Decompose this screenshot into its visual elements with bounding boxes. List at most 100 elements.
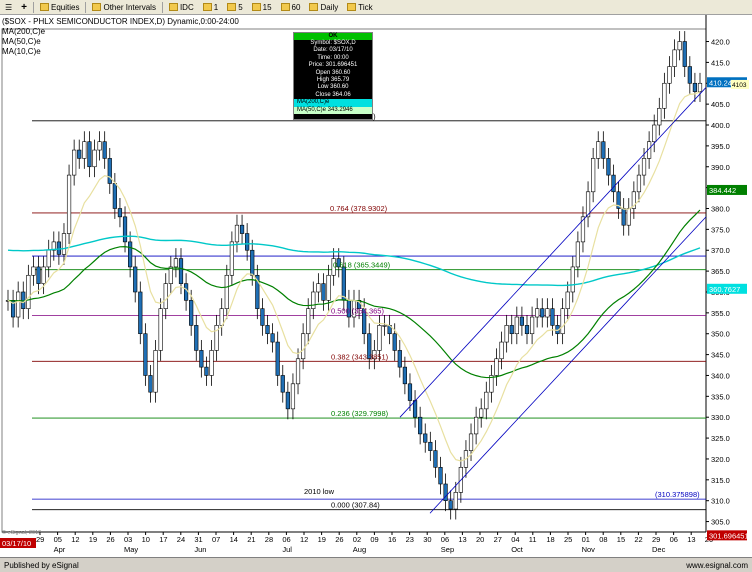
candle-body: [163, 283, 168, 309]
month-label: Sep: [441, 545, 454, 554]
date-tick-label: 23: [406, 535, 414, 544]
toolbar-divider: [33, 1, 35, 13]
date-tick-label: 16: [388, 535, 396, 544]
date-tick-label: 13: [458, 535, 466, 544]
candle-body: [138, 291, 143, 335]
equities-button[interactable]: Equities: [37, 1, 82, 14]
candle-body: [87, 141, 92, 168]
price-tick-label: 390.0: [711, 163, 730, 172]
date-tick-label: 22: [634, 535, 642, 544]
date-tick-label: 07: [212, 535, 220, 544]
menu-button[interactable]: ☰: [2, 1, 15, 14]
candle-body: [321, 283, 326, 301]
date-tick-label: 08: [599, 535, 607, 544]
add-button[interactable]: +: [18, 1, 30, 14]
price-tick-label: 415.0: [711, 58, 730, 67]
candle-body: [102, 141, 107, 159]
price-tick-label: 325.0: [711, 434, 730, 443]
candle-body: [128, 241, 133, 268]
other-intervals-button[interactable]: Other Intervals: [89, 1, 158, 14]
interval-5-label: 5: [238, 2, 243, 12]
price-tag-label: 410.24: [709, 78, 732, 87]
candle-body: [641, 158, 647, 176]
candle-body: [194, 325, 199, 351]
candle-body: [474, 416, 479, 435]
candle-body: [107, 158, 112, 184]
candle-body: [31, 266, 36, 276]
interval-60-button[interactable]: 60: [278, 1, 304, 14]
date-tick-label: 02: [353, 535, 361, 544]
date-tick-label: 26: [106, 535, 114, 544]
candle-body: [72, 149, 77, 176]
interval-1-button[interactable]: 1: [200, 1, 221, 14]
candle-body: [280, 375, 285, 393]
month-label: Nov: [582, 545, 596, 554]
folder-icon: [309, 3, 319, 11]
idc-button[interactable]: IDC: [166, 1, 197, 14]
date-tick-label: 11: [529, 535, 537, 544]
candle-body: [697, 82, 703, 92]
date-tick-label: 28: [265, 535, 273, 544]
month-label: Jun: [194, 545, 206, 554]
candle-body: [509, 325, 514, 335]
candle-body: [423, 433, 428, 443]
data-row-time: Time: 00:00: [317, 54, 349, 61]
price-tick-label: 365.0: [711, 267, 730, 276]
date-tick-label: 19: [89, 535, 97, 544]
candle-body: [26, 274, 31, 309]
candle-body: [382, 325, 387, 327]
price-tag-label: 384.442: [709, 186, 736, 195]
data-row-low: Low 360.60: [317, 84, 349, 91]
data-window[interactable]: OK Symbol: $SOX,D Date: 03/17/10 Time: 0…: [293, 32, 373, 120]
month-label: Jul: [282, 545, 292, 554]
equities-label: Equities: [51, 2, 80, 12]
candle-body: [392, 333, 397, 351]
chart-title: ($SOX - PHLX SEMICONDUCTOR INDEX,D) Dyna…: [2, 17, 239, 26]
candle-body: [168, 266, 173, 284]
data-row-ma50: MA(50,C)e 343.2946: [294, 106, 372, 115]
date-tick-label: 14: [230, 535, 238, 544]
interval-5-button[interactable]: 5: [224, 1, 245, 14]
chart-area[interactable]: 305.0 310.0 315.0 320.0 325.0 330.0 335.0 340.0…: [0, 15, 752, 557]
price-tick-label: 375.0: [711, 225, 730, 234]
candle-body: [250, 249, 255, 276]
candle-body: [550, 308, 555, 326]
date-tick-label: 21: [247, 535, 255, 544]
price-tick-label: 350.0: [711, 330, 730, 339]
candle-body: [657, 108, 662, 126]
month-label: Oct: [511, 545, 524, 554]
candle-body: [468, 433, 474, 451]
daily-button[interactable]: Daily: [306, 1, 341, 14]
candle-body: [56, 241, 61, 255]
interval-15-button[interactable]: 15: [249, 1, 275, 14]
date-tick-label: 24: [177, 535, 185, 544]
candle-body: [290, 383, 296, 410]
candle-body: [224, 274, 229, 309]
price-tick-label: 330.0: [711, 413, 730, 422]
candle-body: [636, 174, 642, 193]
candle-body: [529, 316, 535, 335]
status-bar: Published by eSignal www.esignal.com: [0, 557, 752, 572]
other-intervals-label: Other Intervals: [103, 2, 156, 12]
candle-body: [117, 208, 123, 218]
month-label: Dec: [652, 545, 666, 554]
price-chart[interactable]: 305.0 310.0 315.0 320.0 325.0 330.0 335.0 340.0…: [0, 15, 752, 557]
price-tick-label: 305.0: [711, 518, 730, 527]
candle-body: [204, 366, 209, 376]
candle-body: [306, 308, 311, 335]
candle-body: [504, 325, 509, 343]
date-tick-label: 30: [423, 535, 431, 544]
candle-body: [326, 274, 331, 301]
candle-body: [652, 124, 657, 143]
date-tick-label: 05: [54, 535, 62, 544]
candle-body: [158, 308, 163, 351]
data-row-ma200: MA(200,C)e: [294, 99, 372, 107]
tick-button[interactable]: Tick: [344, 1, 375, 14]
candle-body: [97, 141, 102, 151]
data-window-header[interactable]: OK: [294, 33, 372, 40]
candle-body: [596, 141, 601, 159]
candle-body: [183, 283, 189, 301]
plus-icon: +: [21, 1, 28, 13]
toolbar-divider: [161, 1, 163, 13]
candle-body: [448, 500, 453, 510]
